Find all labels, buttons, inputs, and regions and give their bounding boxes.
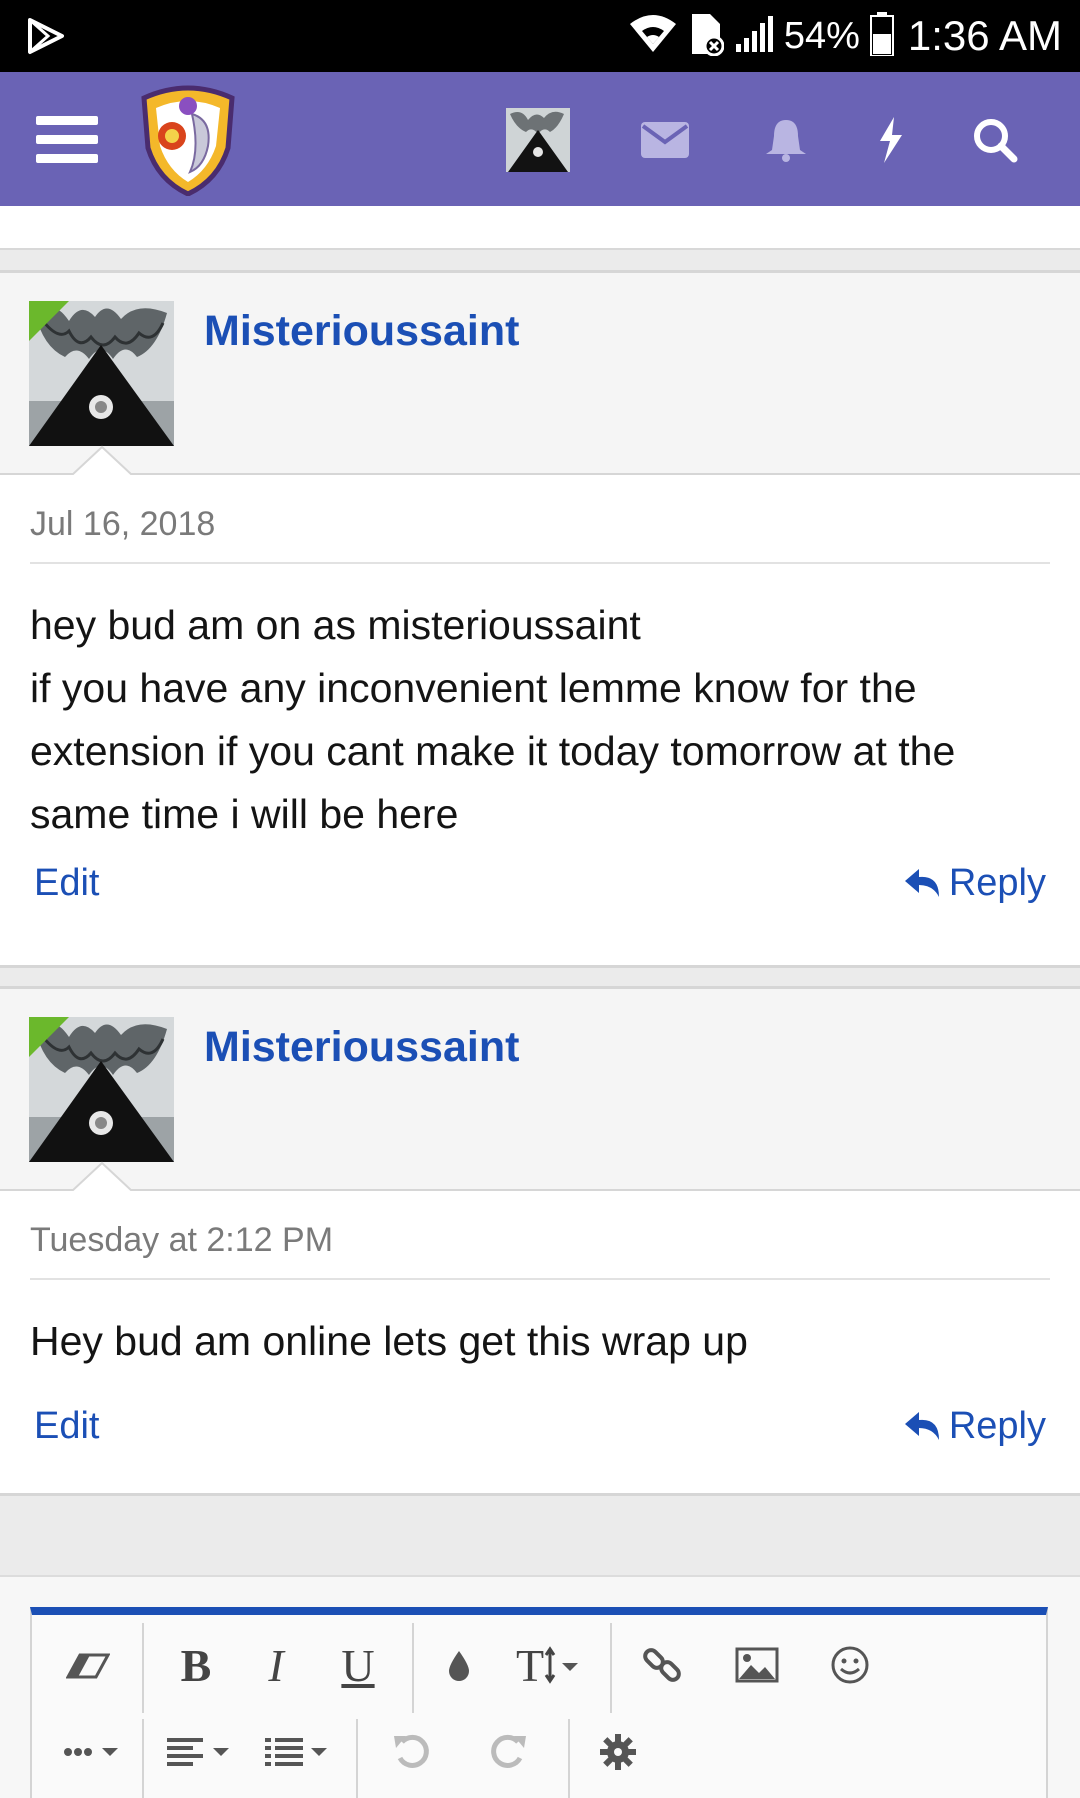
post-header: Misterioussaint: [0, 273, 1080, 475]
envelope-icon[interactable]: [640, 112, 690, 168]
page-top-strip: [0, 206, 1080, 250]
image-icon[interactable]: [722, 1637, 792, 1693]
avatar[interactable]: [29, 301, 174, 446]
redo-icon[interactable]: [478, 1727, 538, 1777]
message-pointer: [72, 445, 132, 475]
bell-icon[interactable]: [764, 112, 808, 168]
post-date[interactable]: Tuesday at 2:12 PM: [30, 1191, 1050, 1280]
italic-icon[interactable]: I: [248, 1635, 304, 1695]
wifi-icon: [628, 14, 678, 59]
post-message-text: Hey bud am online lets get this wrap up: [30, 1318, 748, 1364]
no-sim-icon: [688, 12, 725, 61]
post-date[interactable]: Jul 16, 2018: [30, 475, 1050, 564]
reply-link[interactable]: Reply: [904, 1405, 1046, 1448]
user-avatar[interactable]: [506, 108, 570, 172]
bolt-icon[interactable]: [876, 112, 904, 168]
underline-icon[interactable]: U: [328, 1635, 388, 1695]
text-color-icon[interactable]: [434, 1639, 484, 1693]
bold-icon[interactable]: B: [168, 1635, 224, 1695]
text-size-icon[interactable]: T: [506, 1635, 592, 1695]
clock: 1:36 AM: [907, 12, 1062, 59]
avatar[interactable]: [29, 1017, 174, 1162]
message-pointer: [72, 1161, 132, 1191]
more-icon[interactable]: [54, 1727, 130, 1777]
post-message: hey bud am on as misterioussaint if you …: [30, 564, 1050, 846]
battery-percent: 54%: [783, 14, 860, 57]
align-icon[interactable]: [160, 1727, 240, 1777]
list-icon[interactable]: [258, 1727, 338, 1777]
battery-icon: [869, 11, 894, 61]
settings-icon[interactable]: [588, 1727, 648, 1777]
search-icon[interactable]: [972, 112, 1018, 168]
rich-text-editor[interactable]: B I U T: [30, 1607, 1048, 1798]
smilie-icon[interactable]: [820, 1637, 880, 1693]
signal-icon: [734, 14, 774, 59]
reply-icon: [904, 868, 939, 897]
app-header: [0, 72, 1080, 206]
menu-icon[interactable]: [36, 116, 98, 164]
post-username[interactable]: Misterioussaint: [204, 1023, 519, 1072]
reply-icon: [904, 1411, 939, 1440]
post-message: Hey bud am online lets get this wrap up: [30, 1280, 1050, 1373]
post-username[interactable]: Misterioussaint: [204, 307, 519, 356]
site-logo[interactable]: [138, 84, 238, 197]
post-message-text: hey bud am on as misterioussaint if you …: [30, 602, 956, 837]
profile-post: Misterioussaint Jul 16, 2018 hey bud am …: [0, 270, 1080, 968]
link-icon[interactable]: [632, 1637, 692, 1693]
post-header: Misterioussaint: [0, 989, 1080, 1191]
reply-link[interactable]: Reply: [904, 862, 1046, 905]
play-store-icon: [26, 16, 66, 61]
undo-icon[interactable]: [382, 1727, 442, 1777]
text-size-label: T: [515, 1639, 545, 1691]
edit-link[interactable]: Edit: [34, 1405, 99, 1448]
online-badge: [29, 1017, 69, 1057]
reply-editor-area: B I U T: [0, 1575, 1080, 1798]
eraser-icon[interactable]: [60, 1641, 116, 1691]
status-bar: 54% 1:36 AM: [0, 0, 1080, 72]
reply-label: Reply: [948, 862, 1046, 904]
reply-label: Reply: [948, 1405, 1046, 1447]
edit-link[interactable]: Edit: [34, 862, 99, 905]
profile-post: Misterioussaint Tuesday at 2:12 PM Hey b…: [0, 986, 1080, 1496]
online-badge: [29, 301, 69, 341]
